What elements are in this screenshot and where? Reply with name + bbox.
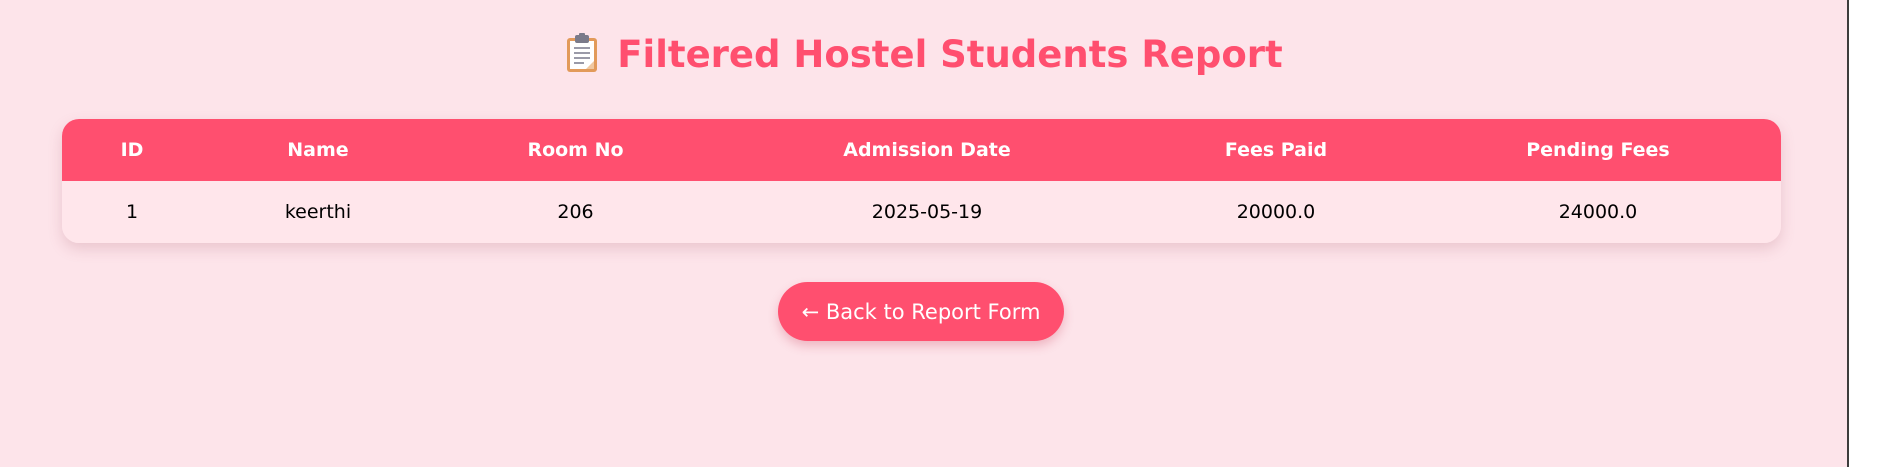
page-title: Filtered Hostel Students Report (0, 30, 1848, 86)
cell-room-no: 206 (434, 181, 717, 243)
column-header-name[interactable]: Name (202, 119, 434, 181)
cell-admission-date: 2025-05-19 (717, 181, 1137, 243)
column-header-fees-paid[interactable]: Fees Paid (1137, 119, 1415, 181)
column-header-pending-fees[interactable]: Pending Fees (1415, 119, 1781, 181)
students-report-table: ID Name Room No Admission Date Fees Paid… (62, 119, 1781, 243)
page-title-text: Filtered Hostel Students Report (617, 33, 1283, 76)
column-header-id[interactable]: ID (62, 119, 202, 181)
cell-pending-fees: 24000.0 (1415, 181, 1781, 243)
cell-name: keerthi (202, 181, 434, 243)
table-row: 1 keerthi 206 2025-05-19 20000.0 24000.0 (62, 181, 1781, 243)
table-header-row: ID Name Room No Admission Date Fees Paid… (62, 119, 1781, 181)
column-header-admission-date[interactable]: Admission Date (717, 119, 1137, 181)
cell-fees-paid: 20000.0 (1137, 181, 1415, 243)
cell-id: 1 (62, 181, 202, 243)
window-edge (1849, 0, 1880, 467)
column-header-room-no[interactable]: Room No (434, 119, 717, 181)
clipboard-icon (565, 33, 599, 86)
back-to-report-form-button[interactable]: ← Back to Report Form (778, 282, 1064, 341)
